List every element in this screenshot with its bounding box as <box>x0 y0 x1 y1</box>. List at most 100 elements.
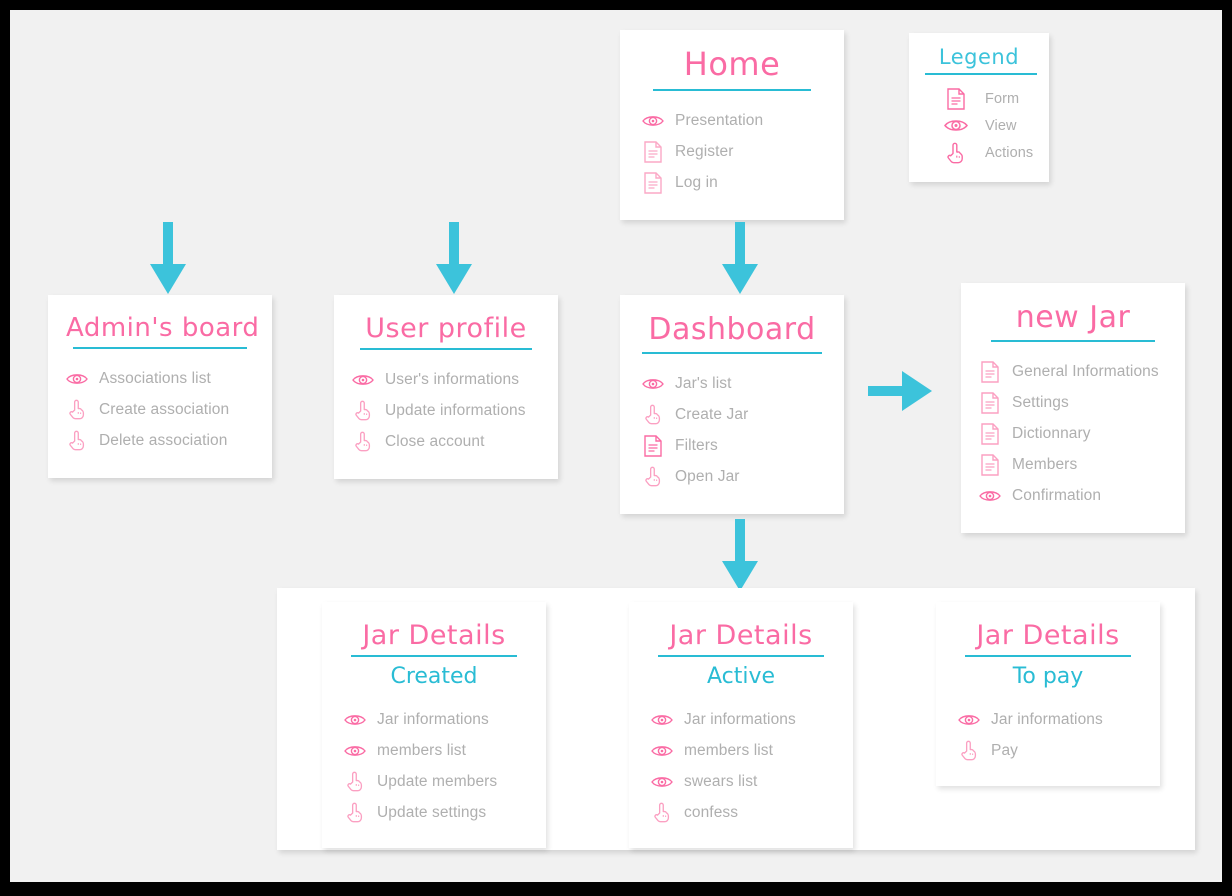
legend-item-form: Form <box>943 85 1033 112</box>
list-item[interactable]: Delete association <box>66 425 254 456</box>
list-item[interactable]: members list <box>651 735 831 766</box>
arrow-dashboard-to-new-jar <box>868 371 932 411</box>
actions-icon <box>642 465 664 489</box>
legend-item-label: View <box>985 117 1017 134</box>
form-icon <box>642 140 664 164</box>
list-item-label: Presentation <box>675 111 764 129</box>
card-dashboard[interactable]: Dashboard Jar's list Create Jar Filters <box>620 295 844 514</box>
list-item-label: General Informations <box>1012 362 1159 380</box>
title-underline <box>642 352 822 354</box>
form-icon <box>642 434 664 458</box>
list-item[interactable]: Filters <box>642 430 822 461</box>
list-item[interactable]: Settings <box>979 387 1167 418</box>
actions-icon <box>66 429 88 453</box>
list-item[interactable]: Pay <box>958 735 1138 766</box>
list-item[interactable]: Update members <box>344 766 524 797</box>
card-home-title: Home <box>683 45 781 83</box>
list-item[interactable]: Open Jar <box>642 461 822 492</box>
list-item[interactable]: Create Jar <box>642 399 822 430</box>
card-home-items: Presentation Register Log in <box>642 105 822 198</box>
actions-icon <box>352 430 374 454</box>
actions-icon <box>344 801 366 825</box>
arrow-head <box>902 371 932 411</box>
card-jar-details-active-items: Jar informations members list swears lis… <box>651 704 831 828</box>
list-item[interactable]: User's informations <box>352 364 540 395</box>
card-new-jar[interactable]: new Jar General Informations Settings Di… <box>961 283 1185 533</box>
form-icon <box>943 87 969 111</box>
list-item-label: Update members <box>377 772 498 790</box>
list-item-label: Pay <box>991 741 1019 759</box>
form-icon <box>979 391 1001 415</box>
list-item[interactable]: Log in <box>642 167 822 198</box>
arrow-head <box>436 264 472 294</box>
list-item-label: Jar informations <box>991 710 1103 728</box>
arrow-shaft <box>449 222 459 266</box>
list-item-label: swears list <box>684 772 758 790</box>
title-underline <box>73 347 247 349</box>
title-underline <box>360 348 532 350</box>
list-item[interactable]: Close account <box>352 426 540 457</box>
card-user-profile-title: User profile <box>365 313 527 344</box>
list-item[interactable]: General Informations <box>979 356 1167 387</box>
list-item[interactable]: Jar's list <box>642 368 822 399</box>
card-jar-details-created[interactable]: Jar Details Created Jar informations mem… <box>322 602 546 848</box>
list-item[interactable]: members list <box>344 735 524 766</box>
list-item[interactable]: confess <box>651 797 831 828</box>
view-icon <box>651 739 673 763</box>
arrow-shaft <box>163 222 173 266</box>
list-item-label: Log in <box>675 173 718 191</box>
list-item-label: Update settings <box>377 803 487 821</box>
list-item-label: Filters <box>675 436 718 454</box>
diagram-canvas: Home Presentation Register Log in Legend… <box>10 10 1222 882</box>
title-underline <box>925 73 1037 75</box>
list-item[interactable]: Presentation <box>642 105 822 136</box>
card-home[interactable]: Home Presentation Register Log in <box>620 30 844 220</box>
list-item[interactable]: Jar informations <box>344 704 524 735</box>
card-jar-details-created-items: Jar informations members list Update mem… <box>344 704 524 828</box>
view-icon <box>651 770 673 794</box>
list-item[interactable]: Update informations <box>352 395 540 426</box>
list-item[interactable]: Update settings <box>344 797 524 828</box>
actions-icon <box>651 801 673 825</box>
actions-icon <box>642 403 664 427</box>
card-jar-details-active-subtitle: Active <box>706 664 776 689</box>
card-jar-details-to-pay[interactable]: Jar Details To pay Jar informations Pay <box>936 602 1160 786</box>
list-item[interactable]: Dictionnary <box>979 418 1167 449</box>
card-jar-details-active[interactable]: Jar Details Active Jar informations memb… <box>629 602 853 848</box>
view-icon <box>651 708 673 732</box>
view-icon <box>66 367 88 391</box>
card-user-profile[interactable]: User profile User's informations Update … <box>334 295 558 479</box>
list-item-label: Jar informations <box>377 710 489 728</box>
view-icon <box>958 708 980 732</box>
list-item[interactable]: Jar informations <box>651 704 831 735</box>
list-item-label: Delete association <box>99 431 228 449</box>
form-icon <box>642 171 664 195</box>
list-item[interactable]: Confirmation <box>979 480 1167 511</box>
title-underline <box>653 89 811 91</box>
arrow-shaft <box>868 386 906 396</box>
card-user-profile-items: User's informations Update informations … <box>352 364 540 457</box>
view-icon <box>943 114 969 138</box>
list-item[interactable]: Jar informations <box>958 704 1138 735</box>
actions-icon <box>352 399 374 423</box>
arrow-head <box>722 264 758 294</box>
arrow-head <box>150 264 186 294</box>
actions-icon <box>958 739 980 763</box>
legend-item-label: Actions <box>985 144 1034 161</box>
list-item[interactable]: Create association <box>66 394 254 425</box>
list-item[interactable]: Members <box>979 449 1167 480</box>
list-item-label: Associations list <box>99 369 211 387</box>
legend-items: Form View Actions <box>943 85 1033 166</box>
list-item-label: members list <box>684 741 774 759</box>
list-item[interactable]: swears list <box>651 766 831 797</box>
card-admins-board[interactable]: Admin's board Associations list Create a… <box>48 295 272 478</box>
list-item[interactable]: Register <box>642 136 822 167</box>
list-item-label: Register <box>675 142 734 160</box>
card-admins-board-items: Associations list Create association Del… <box>66 363 254 456</box>
list-item-label: Create association <box>99 400 230 418</box>
view-icon <box>352 368 374 392</box>
form-icon <box>979 360 1001 384</box>
title-underline <box>351 655 517 657</box>
card-dashboard-title: Dashboard <box>648 312 816 347</box>
list-item[interactable]: Associations list <box>66 363 254 394</box>
